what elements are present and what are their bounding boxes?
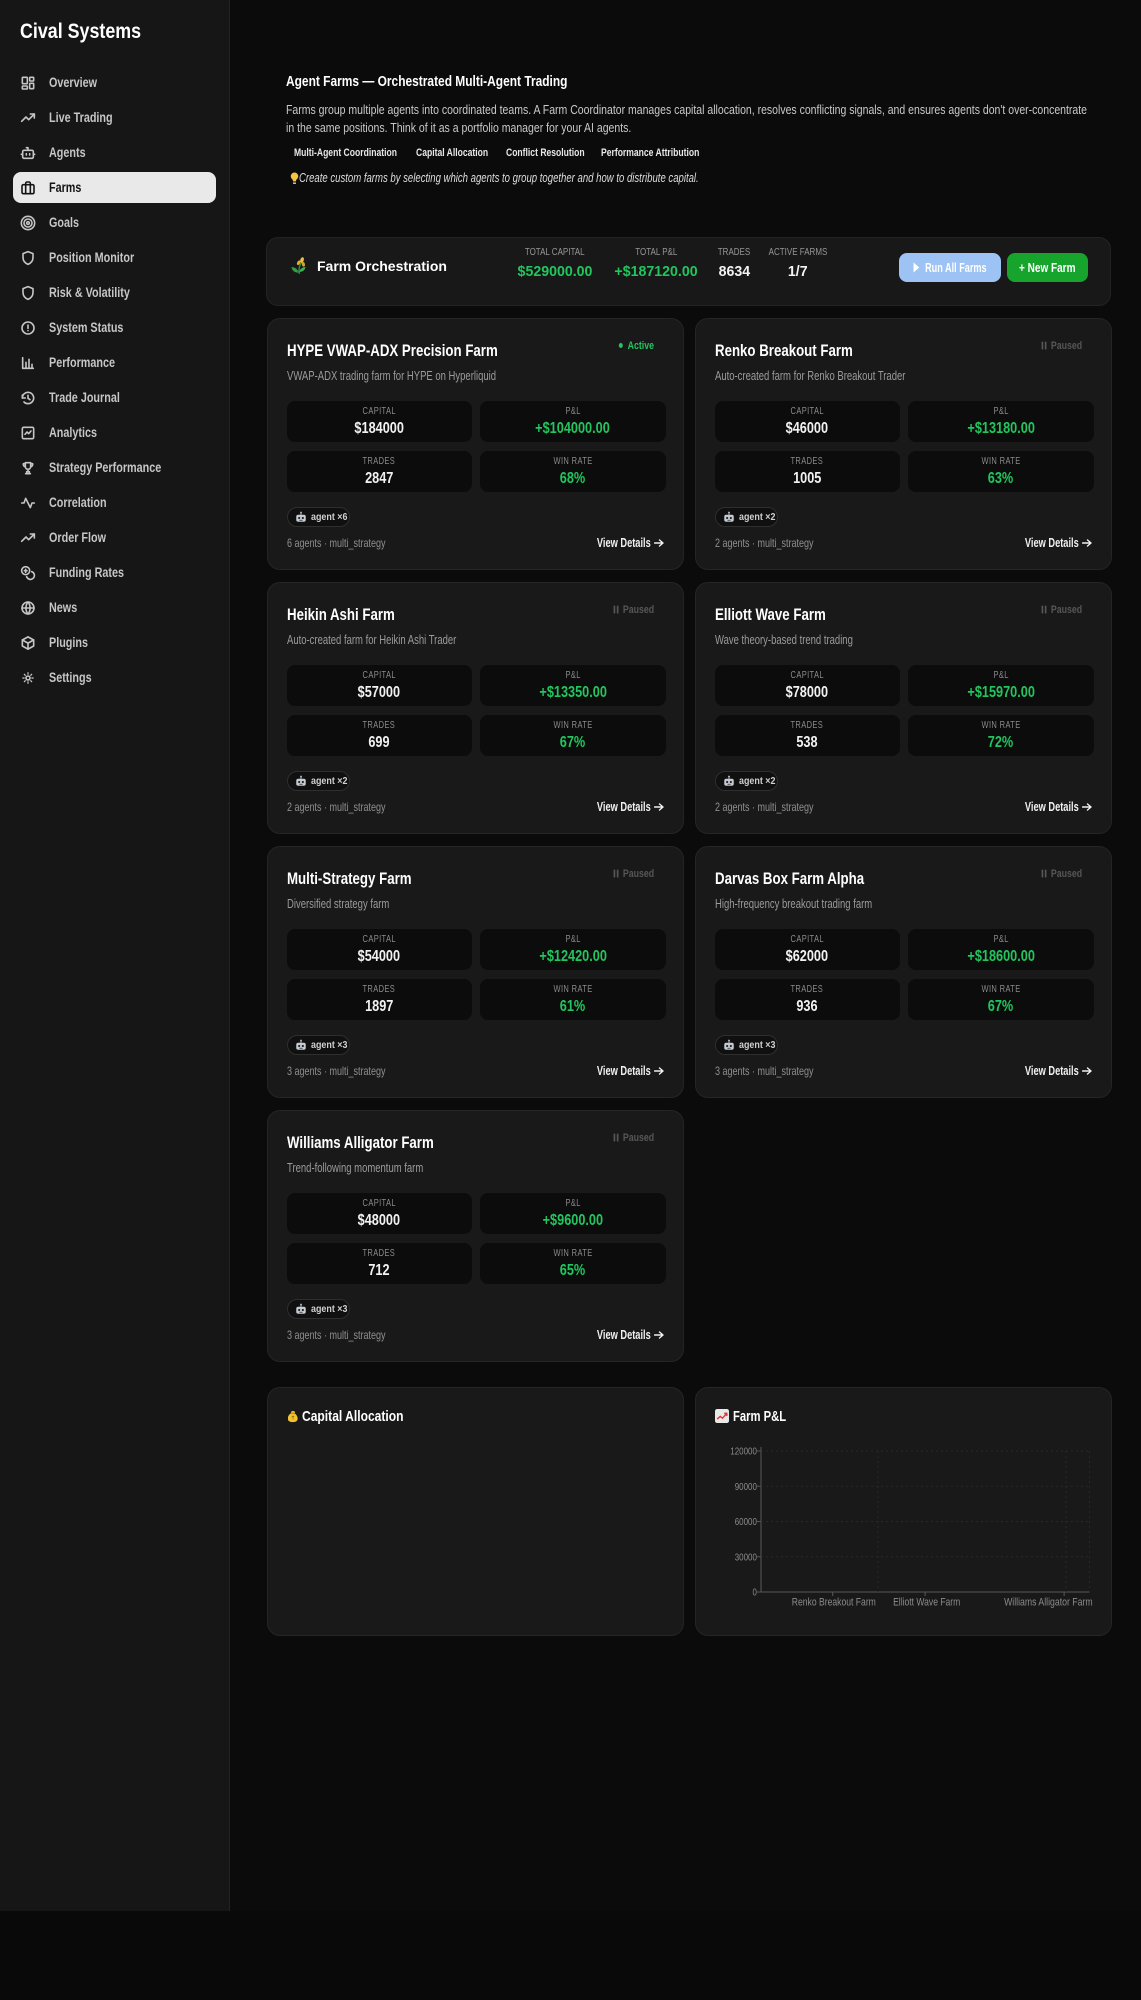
svg-text:Williams Alligator Farm: Williams Alligator Farm [1004,1596,1093,1608]
svg-text:Elliott Wave Farm: Elliott Wave Farm [893,1596,960,1608]
svg-text:0: 0 [752,1587,757,1599]
svg-text:120000: 120000 [730,1446,757,1458]
svg-text:30000: 30000 [734,1551,756,1563]
svg-text:60000: 60000 [734,1516,756,1528]
svg-text:Renko Breakout Farm: Renko Breakout Farm [791,1596,875,1608]
svg-text:90000: 90000 [734,1481,756,1493]
